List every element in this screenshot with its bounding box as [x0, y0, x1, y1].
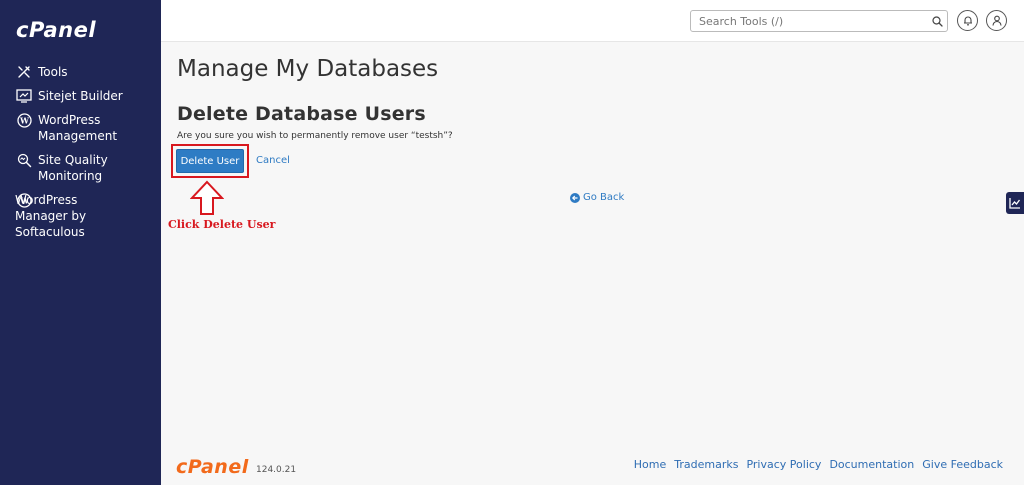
page-title: Manage My Databases	[177, 56, 439, 82]
confirm-message: Are you sure you wish to permanently rem…	[177, 131, 453, 141]
sitejet-icon	[15, 88, 33, 104]
top-header	[161, 0, 1024, 42]
sidebar-item-site-quality[interactable]: Site Quality Monitoring	[0, 150, 161, 190]
version-text: 124.0.21	[256, 465, 297, 475]
chart-icon	[1009, 194, 1021, 213]
section-title: Delete Database Users	[177, 103, 426, 125]
search-input[interactable]	[691, 14, 927, 28]
go-back-link[interactable]: Go Back	[570, 192, 624, 203]
sidebar-nav: Tools Sitejet Builder W WordPress Manage…	[0, 62, 161, 246]
notifications-button[interactable]	[957, 10, 978, 31]
go-back-label: Go Back	[583, 192, 625, 203]
cancel-link[interactable]: Cancel	[256, 155, 290, 166]
wordpress-icon: W	[15, 112, 33, 128]
cpanel-logo[interactable]: cPanel	[16, 18, 96, 42]
sidebar-item-wordpress-management[interactable]: W WordPress Management	[0, 110, 161, 150]
sidebar-item-sitejet[interactable]: Sitejet Builder	[0, 86, 161, 110]
sidebar-item-wordpress-softaculous[interactable]: W WordPress Manager by Softaculous	[0, 190, 161, 246]
search-box	[690, 10, 948, 32]
footer-link-trademarks[interactable]: Trademarks	[674, 458, 738, 471]
search-icon[interactable]	[927, 15, 947, 27]
user-menu-button[interactable]	[986, 10, 1007, 31]
footer-link-give-feedback[interactable]: Give Feedback	[922, 458, 1003, 471]
tools-icon	[15, 64, 33, 80]
analytics-tab[interactable]	[1006, 192, 1024, 214]
annotation-arrow-up-icon	[189, 180, 225, 220]
sidebar-item-label: WordPress Management	[38, 113, 118, 143]
footer-link-home[interactable]: Home	[634, 458, 666, 471]
sidebar-item-tools[interactable]: Tools	[0, 62, 161, 86]
footer-link-documentation[interactable]: Documentation	[829, 458, 914, 471]
footer-links: Home Trademarks Privacy Policy Documenta…	[634, 458, 1003, 471]
arrow-left-circle-icon	[570, 192, 580, 203]
bell-icon	[963, 11, 973, 30]
delete-user-button[interactable]: Delete User	[176, 149, 244, 173]
user-icon	[991, 11, 1002, 30]
sidebar-item-label: Site Quality Monitoring	[38, 153, 108, 183]
sidebar: cPanel Tools Sitejet Builder W WordPress…	[0, 0, 161, 485]
svg-text:W: W	[19, 115, 30, 125]
sidebar-item-label: Sitejet Builder	[38, 89, 123, 103]
sidebar-item-label: Tools	[38, 65, 68, 79]
annotation-text: Click Delete User	[168, 218, 276, 231]
site-quality-icon	[15, 152, 33, 168]
sidebar-item-label: WordPress Manager by Softaculous	[15, 193, 87, 239]
footer-link-privacy-policy[interactable]: Privacy Policy	[746, 458, 821, 471]
footer-cpanel-logo: cPanel	[176, 456, 249, 478]
